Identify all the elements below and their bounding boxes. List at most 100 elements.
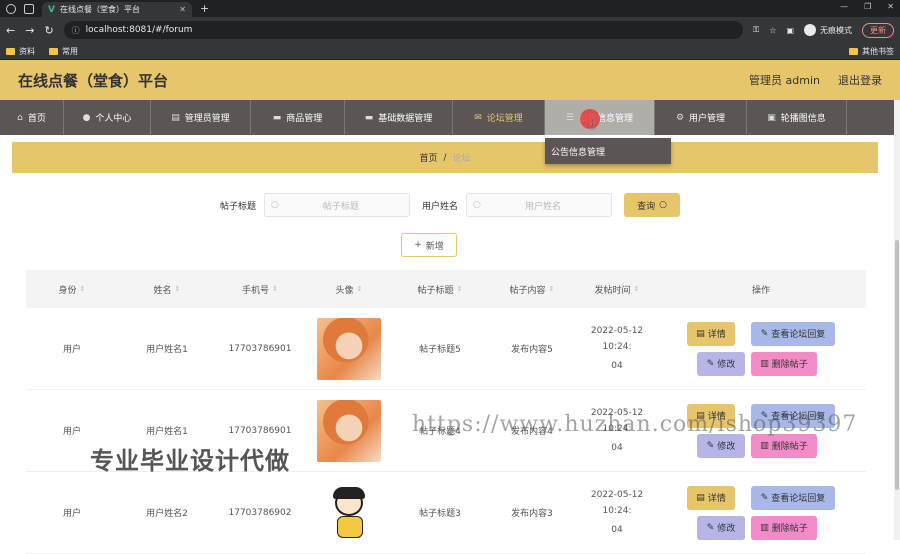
nav-item-profile[interactable]: ● 个人中心 (64, 100, 151, 135)
restore-icon[interactable]: ❐ (864, 2, 871, 11)
bookmark-folder[interactable]: 资料 (6, 46, 35, 57)
header-label: 发帖时间 (594, 285, 631, 296)
user-label: 管理员 admin (749, 74, 820, 87)
nav-item-forum[interactable]: ✉ 论坛管理 (453, 100, 545, 135)
time-line1: 2022-05-12 10:24: (590, 490, 644, 516)
edit-button[interactable]: ✎ 修改 (697, 351, 745, 376)
user-icon: ● (82, 112, 91, 123)
nav-item-carousel[interactable]: ▣ 轮播图信息 (747, 100, 847, 135)
detail-button[interactable]: ▤ 详情 (687, 321, 735, 346)
goods-icon: ▬ (272, 112, 282, 123)
delete-label: 删除帖子 (771, 360, 808, 370)
query-button[interactable]: 查询 ○ (624, 193, 681, 217)
incognito-indicator[interactable]: 无痕模式 (804, 24, 852, 36)
edit-icon: ✎ (706, 358, 715, 369)
close-window-icon[interactable]: ✕ (887, 2, 894, 11)
site-info-icon[interactable]: ⓘ (72, 25, 80, 36)
forward-icon[interactable]: → (25, 24, 34, 37)
delete-button[interactable]: ▥ 删除帖子 (751, 433, 817, 458)
browser-tab[interactable]: V 在线点餐（堂食）平台 ✕ (42, 2, 192, 17)
scrollbar-thumb[interactable] (895, 240, 899, 490)
nav-item-goods[interactable]: ▬ 商品管理 (251, 100, 345, 135)
view-replies-button[interactable]: ✎ 查看论坛回复 (751, 321, 835, 346)
watermark-right: https://www.huzhan.com/ishop39397 (412, 412, 858, 437)
edit-button[interactable]: ✎ 修改 (697, 433, 745, 458)
cell-avatar (304, 317, 394, 380)
header-label: 身份 (58, 285, 77, 296)
col-title[interactable]: 帖子标题 ⇕ (394, 283, 486, 296)
cell-name: 用户姓名1 (146, 345, 188, 355)
nav-item-notice[interactable]: ☰ 公告信息管理 (545, 100, 655, 135)
other-bookmarks[interactable]: 其他书签 (849, 46, 894, 57)
bookmark-label: 资料 (19, 46, 35, 56)
nav-label: 基础数据管理 (378, 114, 433, 124)
avatar[interactable] (317, 481, 381, 544)
trash-icon: ▥ (760, 522, 769, 533)
reload-icon[interactable]: ↻ (44, 24, 53, 37)
col-avatar[interactable]: 头像 ⇕ (304, 283, 394, 296)
header-label: 姓名 (153, 285, 172, 296)
cell-content: 发布内容3 (511, 509, 553, 519)
page-scrollbar[interactable] (894, 100, 900, 540)
notice-dropdown-item[interactable]: 公告信息管理 (545, 138, 671, 164)
cell-phone: 17703786902 (228, 507, 292, 518)
delete-button[interactable]: ▥ 删除帖子 (751, 351, 817, 376)
edit-icon: ✎ (706, 440, 715, 451)
col-content[interactable]: 帖子内容 ⇕ (486, 283, 578, 296)
bookmark-star-icon[interactable]: ☆ (769, 26, 776, 35)
col-time[interactable]: 发帖时间 ⇕ (578, 283, 656, 296)
logout-link[interactable]: 退出登录 (838, 72, 882, 88)
other-bookmarks-label: 其他书签 (862, 46, 894, 56)
cell-name: 用户姓名2 (146, 509, 188, 519)
header-label: 头像 (335, 285, 354, 296)
cell-role: 用户 (62, 427, 81, 437)
key-icon[interactable]: ⚿ (753, 25, 759, 35)
close-tab-icon[interactable]: ✕ (179, 5, 186, 14)
browser-menu-icon[interactable] (6, 4, 16, 14)
detail-button[interactable]: ▤ 详情 (687, 485, 735, 510)
delete-button[interactable]: ▥ 删除帖子 (751, 515, 817, 540)
url-text: localhost:8081/#/forum (85, 25, 193, 35)
cell-time: 2022-05-12 10:24: 04 (578, 487, 656, 538)
tab-search-icon[interactable] (24, 4, 34, 14)
detail-label: 详情 (707, 494, 726, 504)
back-icon[interactable]: ← (6, 24, 15, 37)
nav-item-admin[interactable]: ▤ 管理员管理 (151, 100, 251, 135)
breadcrumb-home[interactable]: 首页 (419, 151, 437, 164)
edit-button[interactable]: ✎ 修改 (697, 515, 745, 540)
user-search-input[interactable]: ○ 用户姓名 (466, 193, 613, 217)
add-button[interactable]: + 新增 (401, 233, 457, 257)
cell-avatar (304, 399, 394, 462)
nav-item-home[interactable]: ⌂ 首页 (0, 100, 64, 135)
title-search-input[interactable]: ○ 帖子标题 (264, 193, 410, 217)
incognito-label: 无痕模式 (820, 25, 852, 35)
nav-item-basic-data[interactable]: ▬ 基础数据管理 (345, 100, 453, 135)
url-field[interactable]: ⓘ localhost:8081/#/forum (63, 21, 744, 39)
view-replies-button[interactable]: ✎ 查看论坛回复 (751, 485, 835, 510)
nav-label: 首页 (27, 114, 46, 124)
nav-item-users[interactable]: ⚙ 用户管理 (655, 100, 747, 135)
minimize-icon[interactable]: — (840, 2, 848, 11)
col-role[interactable]: 身份 ⇕ (26, 283, 118, 296)
edit-icon: ✎ (706, 522, 715, 533)
sort-icon: ⇕ (456, 285, 463, 293)
table-header: 身份 ⇕ 姓名 ⇕ 手机号 ⇕ 头像 ⇕ 帖子标题 ⇕ 帖子内容 ⇕ 发帖时间 ⇕ 操作 (26, 270, 866, 308)
new-tab-icon[interactable]: + (200, 2, 209, 15)
folder-icon (6, 47, 15, 55)
cartoon-body (337, 515, 363, 538)
avatar[interactable] (317, 399, 381, 462)
notice-icon: ☰ (565, 112, 575, 123)
bookmark-folder[interactable]: 常用 (49, 46, 78, 57)
trash-icon: ▥ (760, 440, 769, 451)
users-icon: ⚙ (675, 112, 685, 123)
doc-icon: ▤ (696, 492, 705, 503)
col-phone[interactable]: 手机号 ⇕ (216, 283, 304, 296)
cell-phone: 17703786901 (228, 425, 292, 436)
cartoon-hair (333, 486, 365, 499)
update-button[interactable]: 更新 (862, 22, 894, 38)
plus-icon: + (414, 240, 422, 250)
col-name[interactable]: 姓名 ⇕ (118, 283, 216, 296)
sort-icon: ⇕ (548, 285, 555, 293)
avatar[interactable] (317, 317, 381, 380)
sidepanel-icon[interactable]: ▣ (786, 26, 794, 35)
